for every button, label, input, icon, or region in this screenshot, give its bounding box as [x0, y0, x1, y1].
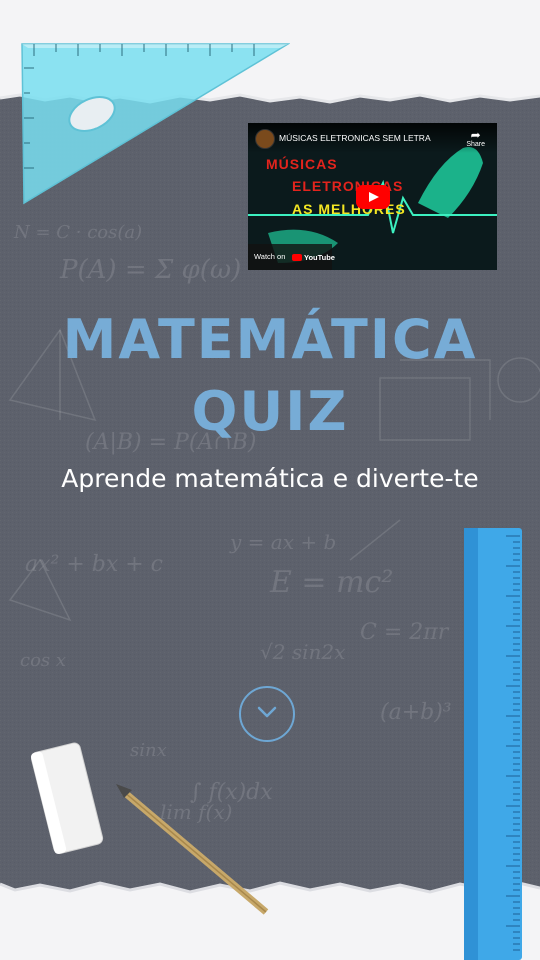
pencil-image	[116, 784, 269, 915]
ruler-image	[464, 528, 522, 960]
eraser-image	[30, 742, 104, 854]
scroll-down-button[interactable]	[239, 686, 295, 742]
watch-on-label[interactable]: Watch on	[254, 252, 285, 261]
chevron-down-icon	[257, 706, 277, 718]
play-button[interactable]	[356, 185, 390, 209]
share-button[interactable]: ➦ Share	[466, 129, 485, 148]
page-title-line2: QUIZ	[191, 380, 349, 443]
youtube-video-embed[interactable]: MÚSICAS ELETRONICAS SEM LETRA ➦ Share MÚ…	[248, 123, 497, 270]
share-icon: ➦	[470, 128, 481, 142]
page-subtitle: Aprende matemática e diverte-te	[61, 464, 479, 493]
youtube-play-icon	[292, 254, 302, 261]
youtube-logo[interactable]: YouTube	[292, 253, 335, 262]
youtube-brand-text: YouTube	[304, 253, 335, 262]
channel-avatar[interactable]	[255, 129, 275, 149]
thumbnail-text-line1: MÚSICAS	[266, 156, 338, 172]
share-label: Share	[466, 141, 485, 148]
page-title-line1: MATEMÁTICA	[62, 308, 478, 371]
video-title[interactable]: MÚSICAS ELETRONICAS SEM LETRA	[279, 133, 431, 143]
